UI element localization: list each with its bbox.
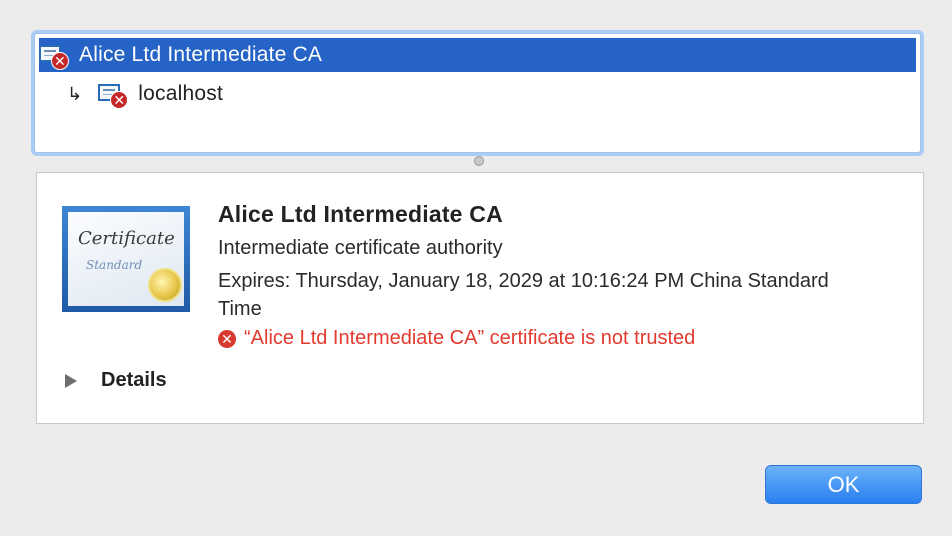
certificate-detail-panel: Certificate Standard Alice Ltd Intermedi… [36,172,924,424]
disclosure-triangle-icon[interactable] [65,373,77,388]
certificate-name: Alice Ltd Intermediate CA [218,201,503,227]
details-label: Details [101,369,167,391]
error-icon: ✕ [218,329,236,348]
split-drag-handle[interactable] [474,156,484,166]
chain-item-intermediate-ca[interactable]: ✕ Alice Ltd Intermediate CA [39,38,916,72]
details-disclosure[interactable]: Details [65,369,167,392]
chain-item-label: Alice Ltd Intermediate CA [79,43,323,66]
certificate-expiry: Expires: Thursday, January 18, 2029 at 1… [218,270,829,320]
ok-button[interactable]: OK [765,465,922,504]
certificate-error-icon: ✕ [98,84,129,109]
trust-warning-text: “Alice Ltd Intermediate CA” certificate … [244,327,696,349]
certificate-chain-list[interactable]: ✕ Alice Ltd Intermediate CA ↳ ✕ localhos… [34,33,921,153]
chain-item-localhost[interactable]: ↳ ✕ localhost [39,77,916,111]
seal-icon [150,270,180,300]
certificate-error-icon: ✕ [39,45,69,70]
chain-item-label: localhost [138,82,223,105]
trust-warning: ✕ “Alice Ltd Intermediate CA” certificat… [218,327,903,350]
certificate-type: Intermediate certificate authority [218,237,503,259]
certificate-icon: Certificate Standard [62,206,190,312]
child-arrow-icon: ↳ [67,83,83,104]
